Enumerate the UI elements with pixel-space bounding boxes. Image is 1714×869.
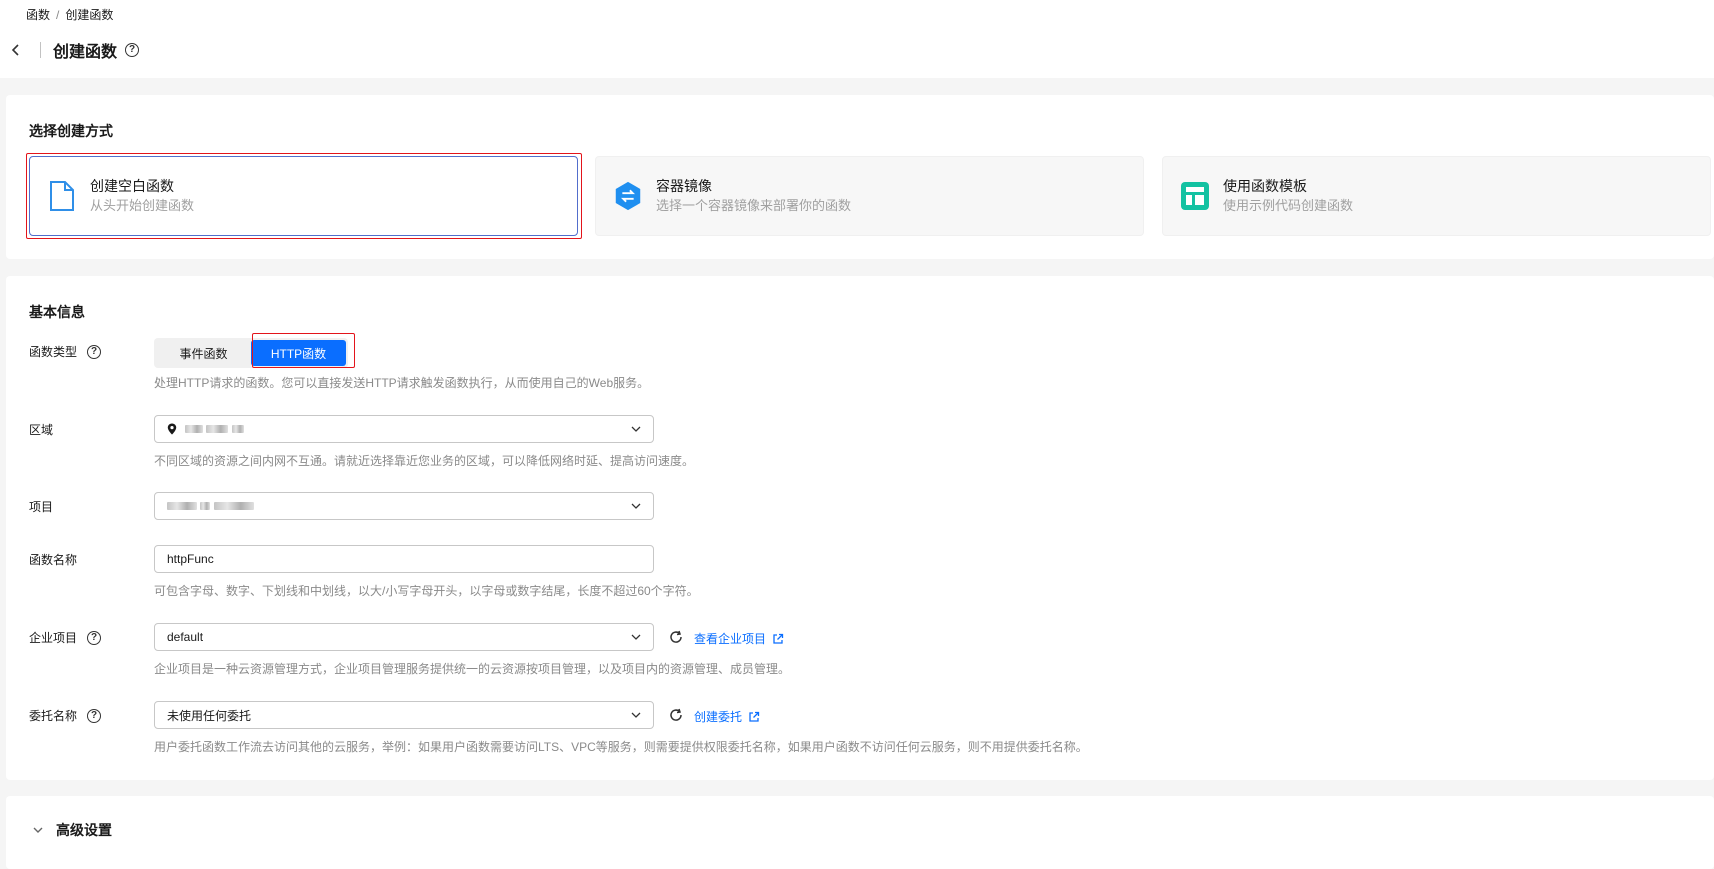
advanced-settings-toggle[interactable]: 高级设置: [32, 820, 112, 840]
enterprise-project-label: 企业项目 ?: [29, 629, 102, 646]
blank-file-icon: [46, 180, 78, 212]
help-icon[interactable]: ?: [87, 708, 102, 723]
enterprise-project-value: default: [167, 630, 204, 644]
function-name-input[interactable]: httpFunc: [154, 545, 654, 573]
advanced-settings-label: 高级设置: [56, 822, 112, 838]
enterprise-project-select[interactable]: default: [154, 623, 654, 651]
chevron-down-icon: [631, 426, 641, 432]
create-agency-link-text: 创建委托: [694, 710, 743, 724]
create-agency-link[interactable]: 创建委托: [694, 708, 760, 725]
option-subtitle: 从头开始创建函数: [90, 198, 195, 213]
chevron-down-icon: [631, 634, 641, 640]
option-subtitle: 使用示例代码创建函数: [1223, 198, 1354, 213]
function-type-hint: 处理HTTP请求的函数。您可以直接发送HTTP请求触发函数执行，从而使用自己的W…: [154, 376, 650, 390]
external-link-icon: [749, 711, 760, 722]
region-label-text: 区域: [29, 423, 54, 437]
project-label-text: 项目: [29, 500, 54, 514]
option-container-image[interactable]: 容器镜像 选择一个容器镜像来部署你的函数: [595, 156, 1144, 236]
region-select[interactable]: [154, 415, 654, 443]
section-title-basic-info: 基本信息: [29, 304, 85, 320]
agency-select[interactable]: 未使用任何委托: [154, 701, 654, 729]
project-label: 项目: [29, 498, 53, 515]
region-hint: 不同区域的资源之间内网不互通。请就近选择靠近您业务的区域，可以降低网络时延、提高…: [154, 454, 695, 468]
view-enterprise-project-link-text: 查看企业项目: [694, 632, 767, 646]
chevron-down-icon: [631, 503, 641, 509]
function-type-selector: 事件函数 HTTP函数: [154, 338, 348, 368]
function-type-event-button[interactable]: 事件函数: [156, 340, 251, 366]
external-link-icon: [773, 633, 784, 644]
chevron-left-icon: [11, 44, 19, 56]
agency-label-text: 委托名称: [29, 709, 78, 723]
agency-value: 未使用任何委托: [167, 708, 252, 723]
chevron-down-icon: [631, 712, 641, 718]
project-select[interactable]: [154, 492, 654, 520]
chevron-down-icon: [33, 827, 43, 833]
page-title: 创建函数: [53, 44, 118, 61]
location-pin-icon: [167, 423, 177, 435]
create-method-card: 选择创建方式 创建空白函数 从头开始创建函数 容器镜像 选择一个容器镜像来部署你…: [6, 95, 1714, 259]
help-icon[interactable]: ?: [87, 344, 102, 359]
project-value-blurred: [167, 499, 631, 513]
agency-label: 委托名称 ?: [29, 707, 102, 724]
container-image-icon: [612, 180, 644, 212]
function-name-hint: 可包含字母、数字、下划线和中划线，以大/小写字母开头，以字母或数字结尾，长度不超…: [154, 584, 699, 598]
enterprise-project-hint: 企业项目是一种云资源管理方式，企业项目管理服务提供统一的云资源按项目管理，以及项…: [154, 662, 791, 676]
function-name-label: 函数名称: [29, 551, 77, 568]
agency-hint: 用户委托函数工作流去访问其他的云服务，举例：如果用户函数需要访问LTS、VPC等…: [154, 740, 1088, 754]
region-value-blurred: [185, 422, 631, 436]
breadcrumb-separator: /: [56, 8, 60, 22]
function-type-http-button[interactable]: HTTP函数: [251, 340, 346, 366]
title-divider: [40, 42, 41, 58]
breadcrumb-parent-link[interactable]: 函数: [26, 8, 50, 22]
template-icon: [1179, 180, 1211, 212]
function-name-label-text: 函数名称: [29, 553, 78, 567]
help-icon[interactable]: ?: [125, 43, 140, 57]
function-type-label-text: 函数类型: [29, 345, 78, 359]
option-subtitle: 选择一个容器镜像来部署你的函数: [656, 198, 852, 213]
refresh-icon[interactable]: [668, 629, 684, 645]
section-title-create-method: 选择创建方式: [29, 123, 113, 139]
page-header: 函数 / 创建函数 创建函数 ?: [0, 0, 1714, 78]
breadcrumb-current: 创建函数: [65, 8, 114, 22]
option-title: 容器镜像: [656, 178, 712, 194]
option-title: 使用函数模板: [1223, 178, 1307, 194]
option-title: 创建空白函数: [90, 178, 174, 194]
view-enterprise-project-link[interactable]: 查看企业项目: [694, 630, 784, 647]
help-icon[interactable]: ?: [87, 630, 102, 645]
back-button[interactable]: [4, 38, 28, 62]
function-type-label: 函数类型 ?: [29, 343, 102, 360]
advanced-settings-card: 高级设置: [6, 796, 1714, 869]
region-label: 区域: [29, 421, 53, 438]
option-template[interactable]: 使用函数模板 使用示例代码创建函数: [1162, 156, 1711, 236]
basic-info-card: 基本信息 函数类型 ? 事件函数 HTTP函数 处理HTTP请求的函数。您可以直…: [6, 276, 1714, 780]
breadcrumb: 函数 / 创建函数: [26, 6, 113, 23]
refresh-icon[interactable]: [668, 707, 684, 723]
option-blank-function[interactable]: 创建空白函数 从头开始创建函数: [29, 156, 578, 236]
enterprise-project-label-text: 企业项目: [29, 631, 78, 645]
function-name-value: httpFunc: [167, 552, 214, 566]
